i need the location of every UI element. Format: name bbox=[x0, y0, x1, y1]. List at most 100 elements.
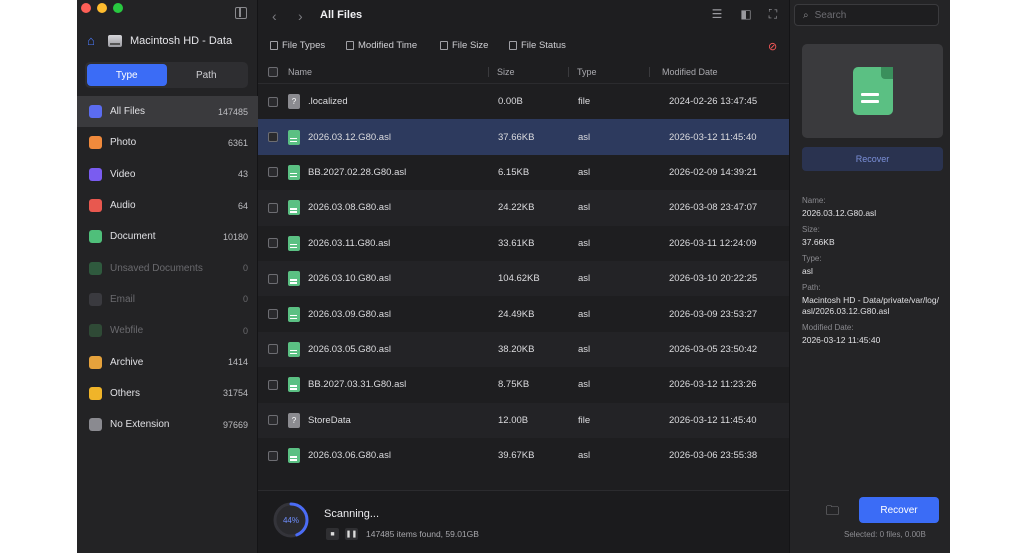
app-window: ⌂ Macintosh HD - Data Type Path All File… bbox=[77, 0, 950, 553]
zoom-window-button[interactable] bbox=[113, 3, 123, 13]
tab-type[interactable]: Type bbox=[87, 64, 167, 86]
webfile-icon bbox=[89, 324, 102, 338]
size-label: Size: bbox=[802, 225, 820, 234]
document-icon bbox=[288, 377, 300, 393]
header-size[interactable]: Size bbox=[488, 66, 568, 77]
sidebar-item-all-files[interactable]: All Files 147485 bbox=[77, 96, 258, 128]
file-modified-date: 2026-03-06 23:55:38 bbox=[669, 450, 758, 462]
row-checkbox[interactable] bbox=[268, 238, 278, 249]
category-list: All Files 147485 Photo 6361 Video 43 Audio 64 Do… bbox=[77, 96, 258, 440]
path-value: Macintosh HD - Data/private/var/log/asl/… bbox=[802, 295, 939, 316]
file-type: asl bbox=[578, 308, 591, 320]
main-panel: ‹ › All Files ☰ ◧ ⛶ File Types Modified … bbox=[258, 0, 789, 553]
list-view-icon[interactable]: ☰ bbox=[710, 8, 724, 21]
table-row[interactable]: ? StoreData 12.00B file 2026-03-12 11:45:40 bbox=[258, 402, 789, 438]
home-icon[interactable]: ⌂ bbox=[87, 34, 100, 47]
row-checkbox[interactable] bbox=[268, 415, 278, 426]
file-size: 38.20KB bbox=[498, 343, 535, 355]
preview-panel-icon[interactable]: ◧ bbox=[739, 8, 753, 21]
row-checkbox[interactable] bbox=[268, 309, 278, 320]
row-checkbox[interactable] bbox=[268, 450, 278, 461]
sidebar-item-video[interactable]: Video 43 bbox=[77, 159, 258, 190]
table-row[interactable]: 2026.03.05.G80.asl 38.20KB asl 2026-03-05 2… bbox=[258, 331, 789, 368]
filter-file-status[interactable]: File Status bbox=[509, 40, 566, 51]
file-thumbnail bbox=[802, 44, 943, 138]
sidebar-toggle-icon[interactable] bbox=[235, 7, 247, 19]
sidebar-item-count: 0 bbox=[242, 325, 248, 336]
row-checkbox[interactable] bbox=[268, 132, 278, 143]
sidebar-item-label: Archive bbox=[110, 356, 144, 368]
table-row[interactable]: 2026.03.12.G80.asl 37.66KB asl 2026-03-12 1… bbox=[258, 119, 789, 155]
scan-percent: 44% bbox=[282, 515, 299, 525]
forward-icon[interactable]: › bbox=[298, 8, 303, 24]
file-size: 39.67KB bbox=[498, 450, 535, 462]
file-type: asl bbox=[578, 273, 591, 285]
document-icon bbox=[288, 235, 300, 251]
filter-file-size[interactable]: File Size bbox=[440, 40, 488, 51]
search-box[interactable]: ⌕ bbox=[794, 4, 939, 26]
row-checkbox[interactable] bbox=[268, 273, 278, 284]
sidebar-item-unsaved-documents[interactable]: Unsaved Documents 0 bbox=[77, 252, 258, 283]
scan-settings-icon[interactable]: ⛶ bbox=[766, 8, 780, 21]
sidebar-item-webfile[interactable]: Webfile 0 bbox=[77, 315, 258, 346]
row-checkbox[interactable] bbox=[268, 379, 278, 390]
close-window-button[interactable] bbox=[81, 3, 91, 13]
sidebar-item-others[interactable]: Others 31754 bbox=[77, 378, 258, 409]
sidebar-item-no-extension[interactable]: No Extension 97669 bbox=[77, 409, 258, 440]
table-row[interactable]: 2026.03.09.G80.asl 24.49KB asl 2026-03-09 2… bbox=[258, 296, 789, 331]
minimize-window-button[interactable] bbox=[97, 3, 107, 13]
sidebar-item-photo[interactable]: Photo 6361 bbox=[77, 127, 258, 158]
table-row[interactable]: BB.2027.02.28.G80.asl 6.15KB asl 2026-02-09… bbox=[258, 155, 789, 190]
row-checkbox[interactable] bbox=[268, 202, 278, 213]
sidebar-item-audio[interactable]: Audio 64 bbox=[77, 190, 258, 221]
document-icon bbox=[288, 306, 300, 322]
table-row[interactable]: 2026.03.10.G80.asl 104.62KB asl 2026-03-10 … bbox=[258, 260, 789, 297]
file-size: 0.00B bbox=[498, 96, 523, 108]
recover-button[interactable]: Recover bbox=[859, 497, 939, 523]
folder-icon[interactable]: 🗀 bbox=[826, 502, 844, 518]
search-input[interactable] bbox=[814, 9, 925, 21]
file-types-icon bbox=[270, 41, 278, 50]
file-name: 2026.03.08.G80.asl bbox=[308, 202, 391, 214]
drive-selector[interactable]: ⌂ Macintosh HD - Data bbox=[87, 34, 232, 47]
file-size: 24.49KB bbox=[498, 308, 535, 320]
table-row[interactable]: 2026.03.11.G80.asl 33.61KB asl 2026-03-11 1… bbox=[258, 226, 789, 261]
document-icon bbox=[288, 448, 300, 464]
file-modified-date: 2026-03-11 12:24:09 bbox=[669, 237, 757, 249]
table-row[interactable]: 2026.03.08.G80.asl 24.22KB asl 2026-03-08 2… bbox=[258, 190, 789, 226]
header-modified-date[interactable]: Modified Date bbox=[649, 66, 789, 77]
preview-recover-button[interactable]: Recover bbox=[802, 147, 943, 171]
scan-controls: ■ ❚❚ bbox=[326, 528, 358, 540]
file-name: 2026.03.05.G80.asl bbox=[308, 343, 391, 355]
file-type: asl bbox=[578, 202, 591, 214]
sidebar-item-archive[interactable]: Archive 1414 bbox=[77, 346, 258, 377]
back-icon[interactable]: ‹ bbox=[272, 8, 277, 24]
tab-path[interactable]: Path bbox=[167, 64, 247, 86]
table-row[interactable]: BB.2027.03.31.G80.asl 8.75KB asl 2026-03-12… bbox=[258, 367, 789, 402]
pause-icon[interactable]: ❚❚ bbox=[345, 528, 358, 540]
header-type[interactable]: Type bbox=[568, 66, 649, 77]
archive-icon bbox=[89, 355, 102, 369]
file-type: file bbox=[578, 414, 591, 426]
file-type: file bbox=[578, 96, 591, 108]
scan-footer: 44% Scanning... ■ ❚❚ 147485 items found,… bbox=[258, 490, 789, 553]
filter-modified-time[interactable]: Modified Time bbox=[346, 40, 417, 51]
stop-icon[interactable]: ■ bbox=[326, 528, 339, 540]
view-mode-segmented-control: Type Path bbox=[85, 62, 248, 88]
table-row[interactable]: 2026.03.06.G80.asl 39.67KB asl 2026-03-06 2… bbox=[258, 438, 789, 473]
clear-filter-icon[interactable]: ⊘ bbox=[768, 40, 777, 53]
filter-file-types[interactable]: File Types bbox=[270, 40, 325, 51]
file-modified-date: 2026-03-12 11:23:26 bbox=[669, 379, 757, 391]
table-row[interactable]: ? .localized 0.00B file 2024-02-26 13:47:45 bbox=[258, 84, 789, 119]
file-type: asl bbox=[578, 343, 591, 355]
sidebar-item-document[interactable]: Document 10180 bbox=[77, 221, 258, 252]
row-checkbox[interactable] bbox=[268, 167, 278, 178]
select-all-checkbox[interactable] bbox=[268, 66, 278, 77]
file-modified-date: 2026-03-12 11:45:40 bbox=[669, 131, 757, 143]
file-modified-date: 2026-03-09 23:53:27 bbox=[669, 308, 758, 320]
row-checkbox[interactable] bbox=[268, 96, 278, 107]
header-name[interactable]: Name bbox=[288, 67, 488, 77]
file-size-icon bbox=[440, 41, 448, 50]
sidebar-item-email[interactable]: Email 0 bbox=[77, 284, 258, 315]
row-checkbox[interactable] bbox=[268, 344, 278, 355]
